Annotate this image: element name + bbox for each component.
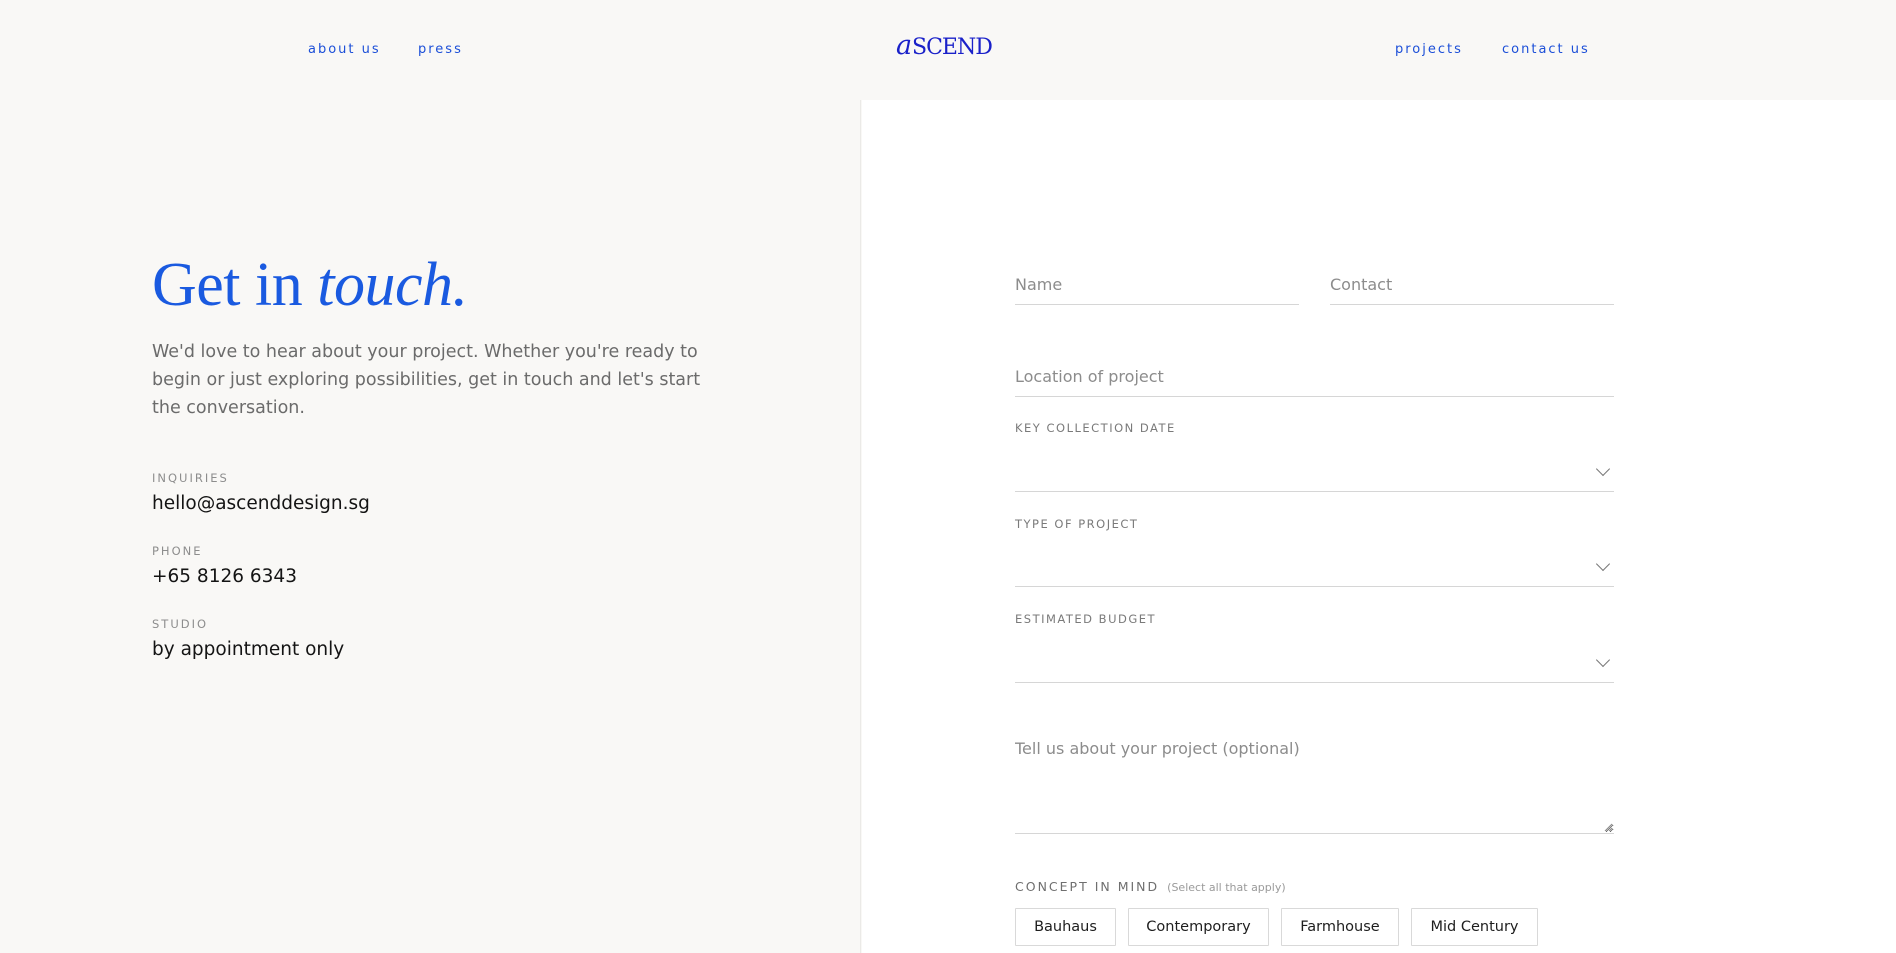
budget-label: ESTIMATED BUDGET <box>1015 612 1157 626</box>
svg-text:a: a <box>896 32 912 58</box>
project-type-select[interactable] <box>1015 547 1614 587</box>
message-wrapper <box>1015 738 1614 834</box>
chevron-down-icon <box>1595 652 1611 668</box>
nav-about-us[interactable]: about us <box>308 42 381 57</box>
concept-label: CONCEPT IN MIND (Select all that apply) <box>1015 879 1286 894</box>
concept-label-text: CONCEPT IN MIND <box>1015 879 1160 894</box>
inquiries-label: INQUIRIES <box>152 471 229 485</box>
page-title: Get in touch. <box>152 250 468 321</box>
contact-form-panel: KEY COLLECTION DATE TYPE OF PROJECT ESTI… <box>862 100 1896 953</box>
message-textarea[interactable] <box>1015 738 1614 834</box>
concept-chip-bauhaus[interactable]: Bauhaus <box>1015 908 1116 946</box>
studio-label: STUDIO <box>152 617 209 631</box>
concept-chip-mid-century[interactable]: Mid Century <box>1411 908 1538 946</box>
inquiries-email[interactable]: hello@ascenddesign.sg <box>152 493 370 514</box>
title-italic: touch. <box>317 251 468 319</box>
key-collection-select[interactable] <box>1015 452 1614 492</box>
chevron-down-icon <box>1595 556 1611 572</box>
nav-contact-us[interactable]: contact us <box>1502 42 1590 57</box>
site-header: about us press a SCEND ascend projects c… <box>0 0 1896 100</box>
name-input[interactable] <box>1015 264 1299 305</box>
title-plain: Get in <box>152 251 303 319</box>
concept-chip-farmhouse[interactable]: Farmhouse <box>1281 908 1399 946</box>
concept-chip-contemporary[interactable]: Contemporary <box>1128 908 1269 946</box>
chevron-down-icon <box>1595 461 1611 477</box>
phone-label: PHONE <box>152 544 203 558</box>
concept-hint: (Select all that apply) <box>1167 881 1286 894</box>
phone-value[interactable]: +65 8126 6343 <box>152 566 297 587</box>
svg-text:SCEND: SCEND <box>912 35 992 58</box>
intro-text: We'd love to hear about your project. Wh… <box>152 342 701 418</box>
contact-info-panel: Get in touch. We'd love to hear about yo… <box>0 100 861 953</box>
resize-grip-icon[interactable] <box>1604 823 1613 832</box>
project-type-label: TYPE OF PROJECT <box>1015 517 1139 531</box>
budget-select[interactable] <box>1015 643 1614 683</box>
contact-input[interactable] <box>1330 264 1614 305</box>
logo[interactable]: a SCEND ascend <box>896 30 1002 64</box>
key-collection-label: KEY COLLECTION DATE <box>1015 421 1176 435</box>
location-input[interactable] <box>1015 356 1614 397</box>
ascend-logo-mark: a SCEND <box>896 30 993 61</box>
studio-value: by appointment only <box>152 639 345 660</box>
nav-press[interactable]: press <box>418 42 463 57</box>
nav-projects[interactable]: projects <box>1395 42 1463 57</box>
